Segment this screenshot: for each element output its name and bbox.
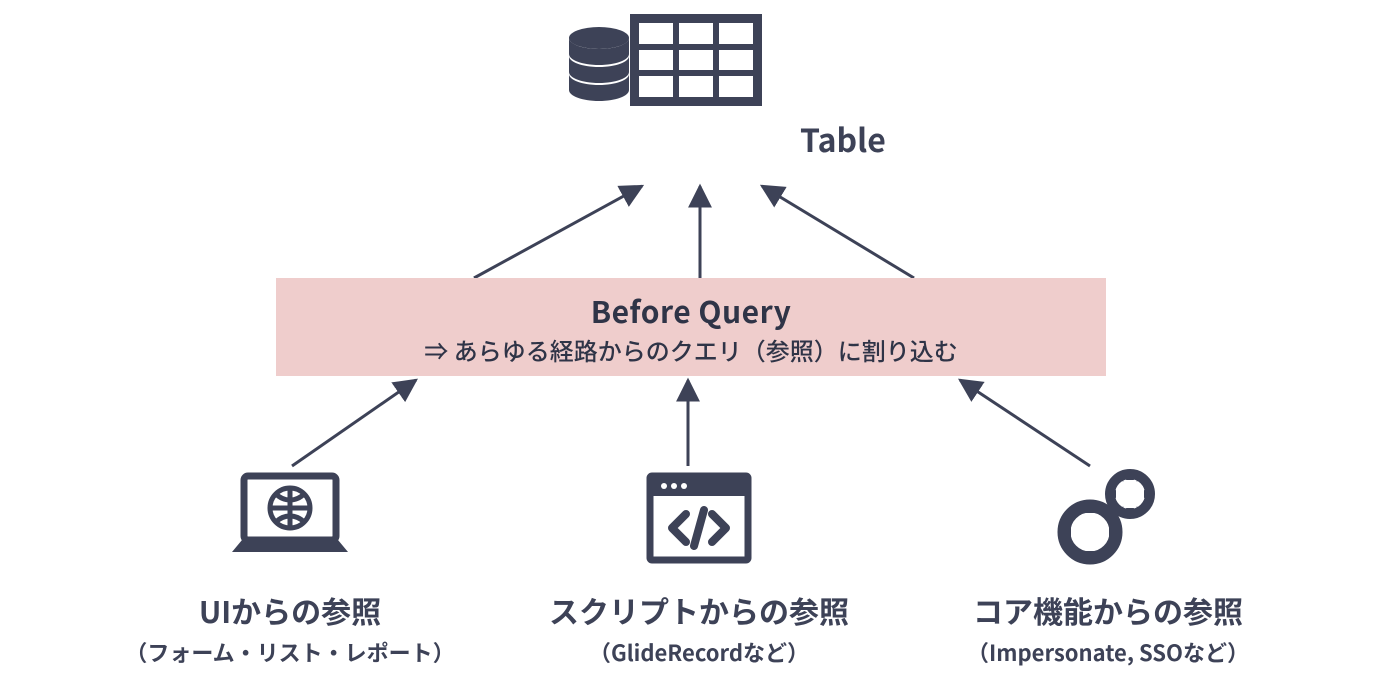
database-icon xyxy=(566,26,632,104)
table-block xyxy=(566,14,762,104)
table-grid-icon xyxy=(630,14,762,106)
node-title: コア機能からの参照 xyxy=(973,588,1243,632)
code-window-icon xyxy=(644,458,754,566)
table-label: Table xyxy=(800,116,886,162)
band-title: Before Query xyxy=(591,288,792,332)
node-subtitle: （Impersonate, SSOなど） xyxy=(967,636,1249,668)
node-title: スクリプトからの参照 xyxy=(549,588,849,632)
node-subtitle: （フォーム・リスト・レポート） xyxy=(125,636,454,668)
node-core: コア機能からの参照 （Impersonate, SSOなど） xyxy=(928,458,1288,668)
node-script: スクリプトからの参照 （GlideRecordなど） xyxy=(519,458,879,668)
node-ui: UIからの参照 （フォーム・リスト・レポート） xyxy=(110,458,470,668)
band-subtitle: ⇒ あらゆる経路からのクエリ（参照）に割り込む xyxy=(424,332,957,367)
laptop-globe-icon xyxy=(226,458,354,566)
gears-icon xyxy=(1048,458,1168,566)
before-query-band: Before Query ⇒ あらゆる経路からのクエリ（参照）に割り込む xyxy=(276,278,1106,376)
source-nodes: UIからの参照 （フォーム・リスト・レポート） スクリプトからの参照 （Glid… xyxy=(0,458,1398,668)
node-subtitle: （GlideRecordなど） xyxy=(589,636,809,668)
node-title: UIからの参照 xyxy=(199,588,381,632)
diagram-stage: Table Before Query ⇒ あらゆる経路からのクエリ（参照）に割り… xyxy=(0,0,1398,698)
